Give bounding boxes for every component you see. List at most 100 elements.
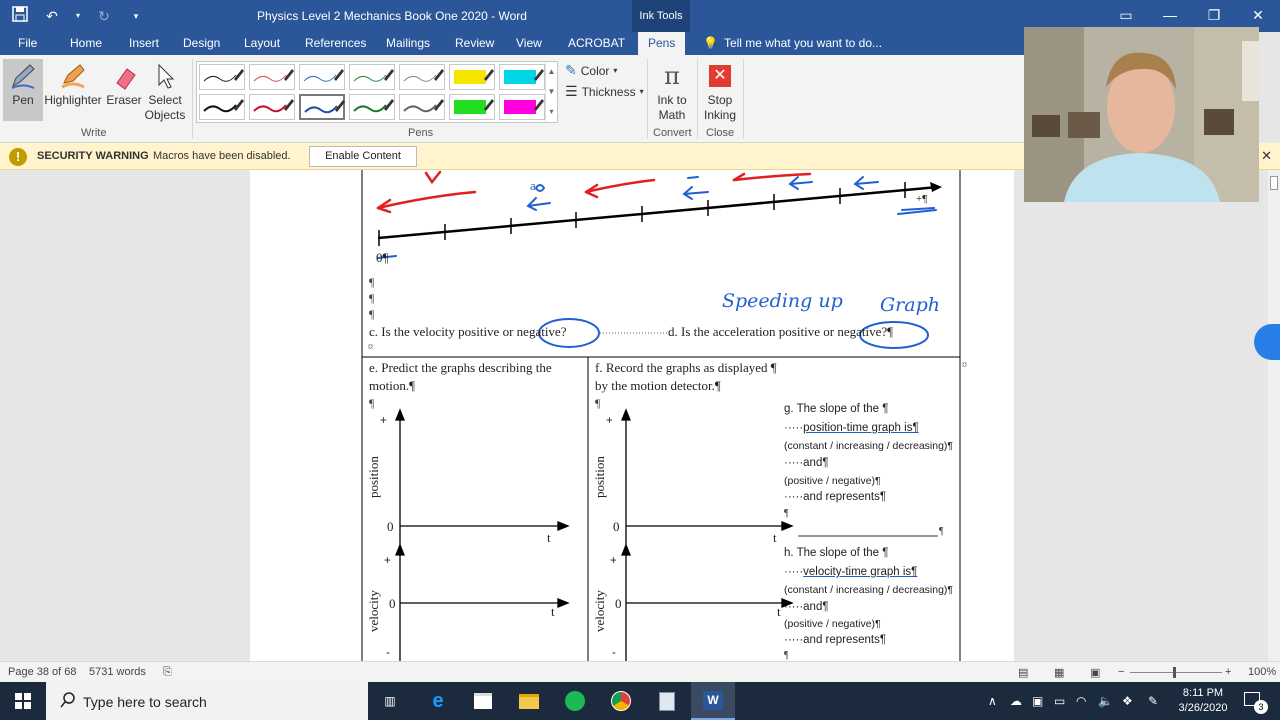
question-d: d. Is the acceleration positive or negat… bbox=[668, 324, 894, 339]
question-h-line4: (positive / negative)¶ bbox=[784, 618, 881, 630]
pen-swatch[interactable] bbox=[349, 64, 395, 90]
spotify-icon[interactable] bbox=[553, 682, 597, 720]
notification-badge: 3 bbox=[1254, 700, 1268, 714]
tab-view[interactable]: View bbox=[516, 36, 542, 50]
group-separator bbox=[743, 59, 744, 139]
question-f-line1: f. Record the graphs as displayed ¶ bbox=[595, 360, 777, 375]
file-explorer-icon[interactable] bbox=[507, 682, 551, 720]
tab-pens[interactable]: Pens bbox=[638, 32, 686, 55]
scrollbar-thumb[interactable] bbox=[1270, 176, 1278, 190]
axis-label-velocity: velocity bbox=[366, 590, 381, 632]
pi-math-icon: π bbox=[664, 61, 680, 90]
question-g-title: g. The slope of the ¶ bbox=[784, 403, 889, 415]
zoom-in-icon[interactable]: + bbox=[1225, 666, 1231, 678]
zoom-slider-thumb[interactable] bbox=[1173, 667, 1176, 678]
chrome-icon[interactable] bbox=[599, 682, 643, 720]
redo-icon[interactable]: ↻ bbox=[94, 6, 114, 26]
question-h-line2: (constant / increasing / decreasing)¶ bbox=[784, 584, 954, 596]
ink-to-math-button[interactable]: π Ink to Math bbox=[650, 59, 694, 123]
tell-me-search[interactable]: 💡 Tell me what you want to do... bbox=[703, 36, 882, 50]
pen-swatch[interactable] bbox=[349, 94, 395, 120]
tab-references[interactable]: References bbox=[305, 36, 366, 50]
taskbar-search-box[interactable]: Type here to search bbox=[46, 682, 368, 720]
tab-acrobat[interactable]: ACROBAT bbox=[568, 36, 625, 50]
pen-swatch[interactable] bbox=[249, 64, 295, 90]
edge-browser-icon[interactable]: e bbox=[416, 682, 460, 720]
number-line-plus-label: +¶ bbox=[916, 193, 928, 205]
volume-icon[interactable]: 🔈 bbox=[1098, 694, 1113, 708]
customize-qat-icon[interactable]: ▾ bbox=[126, 6, 146, 26]
save-icon[interactable] bbox=[10, 6, 30, 26]
pilcrow: ¶ bbox=[784, 650, 789, 661]
pen-swatch[interactable] bbox=[199, 94, 245, 120]
show-hidden-icons-icon[interactable]: ∧ bbox=[988, 694, 997, 708]
store-icon[interactable] bbox=[461, 682, 505, 720]
onedrive-cloud-icon[interactable]: ☁ bbox=[1010, 694, 1022, 708]
page-count[interactable]: Page 38 of 68 bbox=[8, 666, 77, 678]
read-mode-icon[interactable]: ▤ bbox=[1018, 666, 1028, 679]
table-row-mark: ¤ bbox=[962, 360, 967, 371]
highlighter-button[interactable]: Highlighter bbox=[44, 59, 102, 108]
axis-label-velocity: velocity bbox=[592, 590, 607, 632]
pen-swatch[interactable] bbox=[299, 94, 345, 120]
zoom-out-icon[interactable]: − bbox=[1118, 666, 1124, 678]
question-h-line1: ·····velocity-time graph is¶ bbox=[784, 566, 918, 578]
pen-swatch[interactable] bbox=[499, 94, 545, 120]
document-page[interactable]: 0¶ +¶ ¶ ¶ ¶ Speeding up Graph a c. Is th… bbox=[250, 170, 1014, 661]
pen-gallery-scroll[interactable]: ▲ ▼ ▾ bbox=[545, 62, 557, 122]
ribbon: Pen Highlighter Eraser Select Objects Wr… bbox=[0, 55, 1024, 143]
pilcrow: ¶ bbox=[369, 291, 375, 305]
pen-swatch[interactable] bbox=[449, 94, 495, 120]
pen-swatch[interactable] bbox=[449, 64, 495, 90]
notepad-app-icon[interactable] bbox=[645, 682, 689, 720]
proofing-icon[interactable]: ⎘ bbox=[163, 666, 172, 679]
pen-gallery: ▲ ▼ ▾ bbox=[196, 61, 558, 123]
system-clock[interactable]: 8:11 PM 3/26/2020 bbox=[1172, 686, 1234, 716]
tab-layout[interactable]: Layout bbox=[244, 36, 280, 50]
action-center-icon[interactable]: 3 bbox=[1240, 690, 1270, 714]
print-layout-icon[interactable]: ▦ bbox=[1054, 666, 1064, 679]
tab-home[interactable]: Home bbox=[70, 36, 102, 50]
status-bar: Page 38 of 68 5731 words ⎘ ▤ ▦ ▣ − + 100… bbox=[0, 661, 1280, 682]
search-icon bbox=[60, 692, 75, 708]
web-layout-icon[interactable]: ▣ bbox=[1090, 666, 1100, 679]
zoom-slider[interactable] bbox=[1130, 672, 1222, 673]
undo-icon[interactable]: ↶ bbox=[42, 6, 62, 26]
task-view-icon[interactable]: ▥ bbox=[368, 682, 412, 720]
eraser-button[interactable]: Eraser bbox=[104, 59, 144, 108]
tab-mailings[interactable]: Mailings bbox=[386, 36, 430, 50]
pen-swatch[interactable] bbox=[399, 64, 445, 90]
pen-button[interactable]: Pen bbox=[3, 59, 43, 121]
axis-zero-label: 0 bbox=[389, 596, 396, 611]
tab-insert[interactable]: Insert bbox=[129, 36, 159, 50]
pen-workspace-icon[interactable]: ✎ bbox=[1148, 694, 1158, 708]
enable-content-button[interactable]: Enable Content bbox=[309, 146, 417, 167]
pen-swatch[interactable] bbox=[249, 94, 295, 120]
group-separator bbox=[192, 59, 193, 139]
undo-dropdown-icon[interactable]: ▾ bbox=[74, 6, 82, 26]
pen-swatch[interactable] bbox=[199, 64, 245, 90]
word-taskbar-icon[interactable]: W bbox=[691, 682, 735, 720]
pen-swatch[interactable] bbox=[299, 64, 345, 90]
zoom-level[interactable]: 100% bbox=[1248, 666, 1276, 678]
axis-label-position: position bbox=[592, 456, 607, 498]
group-label-write: Write bbox=[81, 127, 107, 139]
stop-inking-button[interactable]: ✕ Stop Inking bbox=[700, 59, 740, 123]
tab-file[interactable]: File bbox=[18, 36, 37, 50]
pilcrow: ¶ bbox=[784, 508, 789, 519]
pen-swatch[interactable] bbox=[499, 64, 545, 90]
wifi-icon[interactable]: ◠ bbox=[1076, 694, 1086, 708]
tab-design[interactable]: Design bbox=[183, 36, 220, 50]
tray-app-icon[interactable]: ▣ bbox=[1032, 694, 1043, 708]
dropbox-tray-icon[interactable]: ❖ bbox=[1122, 694, 1133, 708]
close-warning-icon[interactable]: ✕ bbox=[1261, 148, 1272, 164]
battery-icon[interactable]: ▭ bbox=[1054, 694, 1065, 708]
tab-review[interactable]: Review bbox=[455, 36, 494, 50]
windows-start-button[interactable] bbox=[0, 682, 46, 720]
pen-swatch[interactable] bbox=[399, 94, 445, 120]
color-dropdown[interactable]: ✎ Color ▾ bbox=[565, 62, 617, 79]
thickness-dropdown[interactable]: ☰ Thickness ▾ bbox=[565, 83, 644, 100]
vertical-scrollbar[interactable] bbox=[1268, 170, 1280, 661]
word-count[interactable]: 5731 words bbox=[89, 666, 146, 678]
select-objects-button[interactable]: Select Objects bbox=[144, 59, 186, 123]
